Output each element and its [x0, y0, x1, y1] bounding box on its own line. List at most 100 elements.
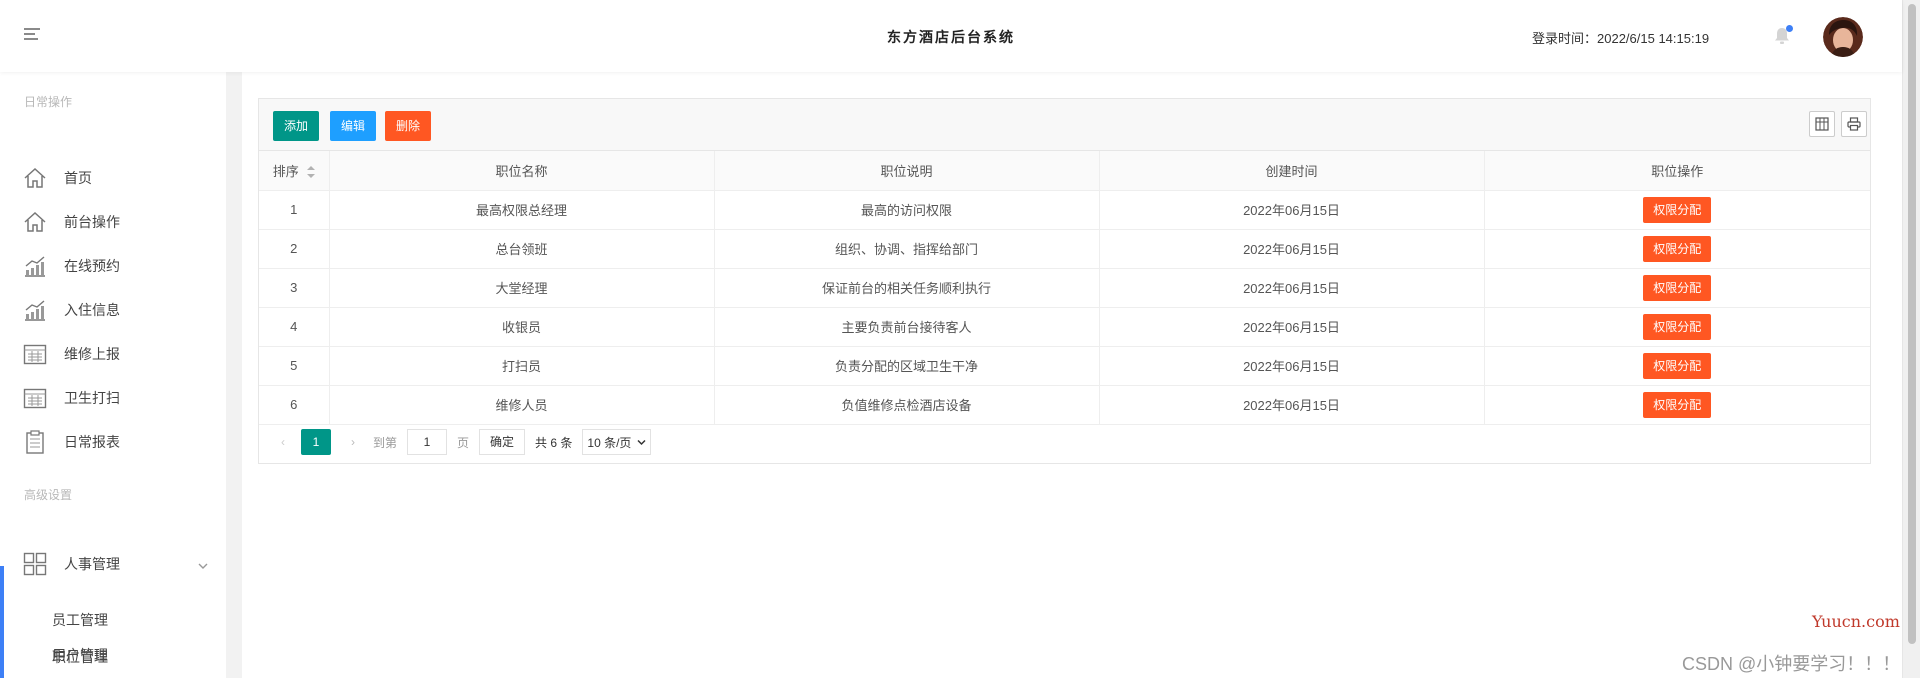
cell-order: 4 — [259, 307, 330, 347]
sidebar-item-booking[interactable]: 在线预约 — [0, 249, 226, 283]
goto-label: 到第 — [373, 435, 398, 450]
table-header-row: 排序 职位名称 职位说明 创建时间 职位操作 — [259, 151, 1870, 191]
cell-desc: 负值维修点检酒店设备 — [714, 385, 1100, 425]
table-row: 5 打扫员 负责分配的区域卫生干净 2022年06月15日 权限分配 — [259, 346, 1870, 386]
cell-actions: 权限分配 — [1484, 385, 1870, 425]
delete-button[interactable]: 删除 — [385, 111, 432, 141]
column-header-order[interactable]: 排序 — [259, 151, 330, 191]
cell-created: 2022年06月15日 — [1099, 385, 1485, 425]
chart-icon — [23, 298, 47, 322]
top-header: 东方酒店后台系统 登录时间：2022/6/15 14:15:19 — [0, 0, 1902, 72]
cell-desc: 保证前台的相关任务顺利执行 — [714, 268, 1100, 308]
table-row: 3 大堂经理 保证前台的相关任务顺利执行 2022年06月15日 权限分配 — [259, 268, 1870, 308]
table-toolbar: 添加 编辑 删除 — [259, 99, 1870, 151]
cell-desc: 组织、协调、指挥给部门 — [714, 229, 1100, 269]
sidebar-item-label: 首页 — [64, 170, 92, 186]
cell-created: 2022年06月15日 — [1099, 307, 1485, 347]
table-row: 4 收银员 主要负责前台接待客人 2022年06月15日 权限分配 — [259, 307, 1870, 347]
column-header-name: 职位名称 — [329, 151, 715, 191]
grid-icon — [23, 552, 47, 576]
goto-page-input[interactable] — [407, 429, 448, 455]
cell-desc: 主要负责前台接待客人 — [714, 307, 1100, 347]
pagination: ‹ 1 › 到第 页 确定 共 6 条 10 条/页 — [259, 421, 1870, 463]
cell-created: 2022年06月15日 — [1099, 229, 1485, 269]
column-header-created: 创建时间 — [1099, 151, 1485, 191]
sidebar-item-cleaning[interactable]: 卫生打扫 — [0, 381, 226, 415]
cell-name: 总台领班 — [329, 229, 715, 269]
add-button[interactable]: 添加 — [273, 111, 320, 141]
print-icon[interactable] — [1841, 111, 1867, 137]
sidebar-item-label: 卫生打扫 — [64, 390, 120, 406]
assign-permission-button[interactable]: 权限分配 — [1643, 274, 1712, 301]
sidebar-item-front-desk[interactable]: 前台操作 — [0, 205, 226, 239]
cell-desc: 最高的访问权限 — [714, 190, 1100, 230]
page-scrollbar[interactable] — [1902, 0, 1920, 678]
assign-permission-button[interactable]: 权限分配 — [1643, 391, 1712, 418]
cell-actions: 权限分配 — [1484, 229, 1870, 269]
cell-actions: 权限分配 — [1484, 268, 1870, 308]
cell-created: 2022年06月15日 — [1099, 190, 1485, 230]
user-avatar[interactable] — [1823, 17, 1863, 57]
cell-name: 打扫员 — [329, 346, 715, 386]
clipboard-icon — [23, 430, 47, 454]
sidebar-item-label: 在线预约 — [64, 258, 120, 274]
home-icon — [23, 210, 47, 234]
cell-name: 最高权限总经理 — [329, 190, 715, 230]
table-row: 2 总台领班 组织、协调、指挥给部门 2022年06月15日 权限分配 — [259, 229, 1870, 269]
notification-dot — [1786, 25, 1793, 32]
sidebar-item-label: 维修上报 — [64, 346, 120, 362]
sidebar-item-label: 日常报表 — [64, 434, 120, 450]
cell-created: 2022年06月15日 — [1099, 268, 1485, 308]
cell-name: 维修人员 — [329, 385, 715, 425]
sidebar-item-report[interactable]: 日常报表 — [0, 425, 226, 459]
login-time: 登录时间：2022/6/15 14:15:19 — [1532, 31, 1710, 46]
cell-order: 1 — [259, 190, 330, 230]
csdn-watermark: CSDN @小钟要学习！！！ — [1682, 654, 1901, 674]
cell-actions: 权限分配 — [1484, 190, 1870, 230]
notification-bell-icon[interactable] — [1774, 25, 1793, 45]
chevron-down-icon — [198, 558, 208, 573]
cell-actions: 权限分配 — [1484, 346, 1870, 386]
page-unit-label: 页 — [457, 435, 470, 450]
calendar-icon — [23, 342, 47, 366]
chart-icon — [23, 254, 47, 278]
cell-name: 大堂经理 — [329, 268, 715, 308]
scrollbar-thumb[interactable] — [1908, 4, 1916, 644]
cell-order: 2 — [259, 229, 330, 269]
cell-created: 2022年06月15日 — [1099, 346, 1485, 386]
sidebar-group-label: 人事管理 — [64, 556, 120, 572]
confirm-goto-button[interactable]: 确定 — [479, 429, 526, 455]
edit-button[interactable]: 编辑 — [330, 111, 377, 141]
assign-permission-button[interactable]: 权限分配 — [1643, 313, 1712, 340]
cell-actions: 权限分配 — [1484, 307, 1870, 347]
column-header-desc: 职位说明 — [714, 151, 1100, 191]
columns-filter-icon[interactable] — [1809, 111, 1835, 137]
prev-page-icon[interactable]: ‹ — [275, 435, 291, 449]
sidebar-section-advanced: 高级设置 — [24, 488, 73, 502]
calendar-icon — [23, 386, 47, 410]
page-size-select[interactable]: 10 条/页 — [582, 429, 652, 455]
total-count: 共 6 条 — [535, 435, 573, 450]
sidebar-item-checkin[interactable]: 入住信息 — [0, 293, 226, 327]
column-header-label: 排序 — [272, 163, 299, 179]
sidebar-group-hr[interactable]: 人事管理 — [0, 547, 226, 581]
assign-permission-button[interactable]: 权限分配 — [1643, 235, 1712, 262]
sidebar-item-repair[interactable]: 维修上报 — [0, 337, 226, 371]
sidebar-subitem-users[interactable]: 用户管理 — [0, 638, 226, 672]
sidebar-item-home[interactable]: 首页 — [0, 161, 226, 195]
cell-order: 5 — [259, 346, 330, 386]
table-row: 1 最高权限总经理 最高的访问权限 2022年06月15日 权限分配 — [259, 190, 1870, 230]
sidebar: 日常操作 首页 前台操作 在线预约 入住信息 维修上报 卫生打扫 日常报表 高级… — [0, 72, 226, 678]
main-content: 添加 编辑 删除 排序 职位名称 职位说明 创建时间 职位操作 1 最高权限总经… — [242, 72, 1902, 678]
assign-permission-button[interactable]: 权限分配 — [1643, 352, 1712, 379]
site-watermark: Yuucn.com — [1812, 612, 1900, 631]
current-page-button[interactable]: 1 — [301, 429, 331, 455]
chevron-down-icon — [637, 439, 646, 445]
cell-desc: 负责分配的区域卫生干净 — [714, 346, 1100, 386]
assign-permission-button[interactable]: 权限分配 — [1643, 196, 1712, 223]
sort-icon[interactable] — [306, 166, 315, 179]
sidebar-section-daily: 日常操作 — [24, 95, 73, 109]
next-page-icon[interactable]: › — [345, 435, 361, 449]
sidebar-subitem-staff[interactable]: 员工管理 — [0, 603, 226, 637]
cell-order: 6 — [259, 385, 330, 425]
